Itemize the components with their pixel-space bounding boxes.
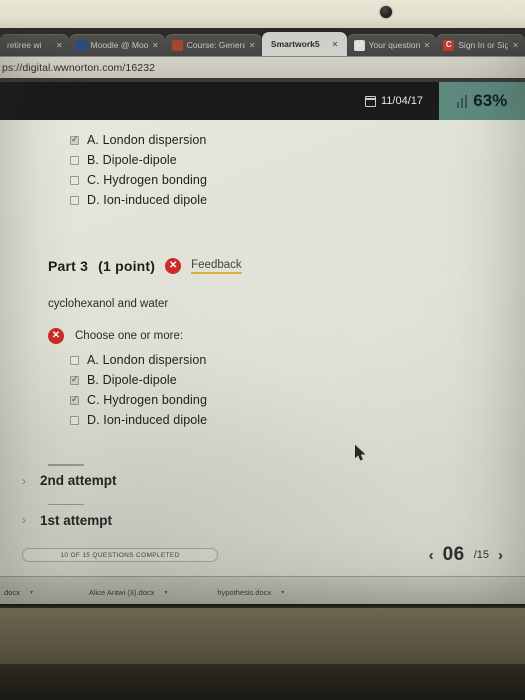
chevron-right-icon: › xyxy=(22,473,26,488)
option-label: C. Hydrogen bonding xyxy=(87,393,208,407)
checkbox-icon[interactable] xyxy=(70,155,79,165)
tab-close-icon[interactable]: ✕ xyxy=(56,41,63,50)
tab-label: Your question xyxy=(368,40,420,50)
option-label: B. Dipole-dipole xyxy=(87,153,177,167)
option-row[interactable]: A. London dispersion xyxy=(70,350,525,370)
download-item[interactable]: hypothesis.docx ▾ xyxy=(181,588,298,597)
choose-label: Choose one or more: xyxy=(75,330,184,342)
checkbox-icon[interactable] xyxy=(70,175,79,185)
checkbox-icon[interactable] xyxy=(70,134,79,145)
option-row[interactable]: A. London dispersion xyxy=(70,130,525,150)
attempts-section: › 2nd attempt › 1st attempt xyxy=(0,464,525,535)
moodle-icon xyxy=(75,39,87,51)
questions-completed-label: 10 OF 15 QUESTIONS COMPLETED xyxy=(60,551,180,559)
calendar-icon xyxy=(364,95,377,107)
browser-chrome: retiree wi ✕ Moodle @ Moo ✕ Course: Gene… xyxy=(0,28,525,82)
attempt-row-1st[interactable]: › 1st attempt xyxy=(22,505,525,535)
assignment-footer: 10 OF 15 QUESTIONS COMPLETED ‹ 06 /15 › xyxy=(0,538,525,572)
part-points: (1 point) xyxy=(98,258,156,274)
option-label: D. Ion-induced dipole xyxy=(87,413,208,427)
url-text: ps://digital.wwnorton.com/16232 xyxy=(2,61,156,74)
questions-completed-bar: 10 OF 15 QUESTIONS COMPLETED xyxy=(22,548,218,562)
option-row[interactable]: D. Ion-induced dipole xyxy=(70,410,525,430)
due-date-label: 11/04/17 xyxy=(380,95,423,107)
attempt-row-2nd[interactable]: › 2nd attempt xyxy=(22,466,525,496)
tab-close-icon[interactable]: ✕ xyxy=(152,41,159,50)
download-filename: Alice Antwi (3).docx xyxy=(88,588,155,597)
option-label: C. Hydrogen bonding xyxy=(87,173,208,187)
attempt-label: 2nd attempt xyxy=(40,473,117,488)
pagination: ‹ 06 /15 › xyxy=(429,544,503,566)
tab-close-icon[interactable]: ✕ xyxy=(512,41,519,50)
laptop-top-bezel xyxy=(0,0,525,28)
app-navbar: 11/04/17 63% xyxy=(0,82,525,120)
laptop-screen: retiree wi ✕ Moodle @ Moo ✕ Course: Gene… xyxy=(0,28,525,608)
browser-tab-retiree[interactable]: retiree wi ✕ xyxy=(0,34,69,56)
current-page-number: 06 xyxy=(442,544,465,565)
laptop-hinge xyxy=(0,664,525,700)
browser-tabstrip: retiree wi ✕ Moodle @ Moo ✕ Course: Gene… xyxy=(0,32,525,56)
option-row[interactable]: C. Hydrogen bonding xyxy=(70,390,525,410)
tab-label: retiree wi xyxy=(7,40,42,50)
browser-tab-gmail[interactable]: M Your question ✕ xyxy=(346,34,437,56)
question-text: cyclohexanol and water xyxy=(48,298,169,310)
tab-label: Smartwork5 xyxy=(270,39,320,49)
option-label: A. London dispersion xyxy=(87,133,207,147)
part3-options: A. London dispersion B. Dipole-dipole C.… xyxy=(0,350,525,430)
checkbox-icon[interactable] xyxy=(70,394,79,405)
option-row[interactable]: B. Dipole-dipole xyxy=(70,370,525,390)
option-row[interactable]: C. Hydrogen bonding xyxy=(70,170,525,190)
chevron-down-icon[interactable]: ▾ xyxy=(30,589,33,596)
tab-label: Moodle @ Moo xyxy=(90,40,148,50)
browser-tab-smartwork5[interactable]: Smartwork5 ✕ xyxy=(261,32,347,56)
course-icon xyxy=(171,39,183,51)
browser-tab-chegg[interactable]: C Sign In or Sign ✕ xyxy=(436,34,525,56)
tab-close-icon[interactable]: ✕ xyxy=(424,41,431,50)
incorrect-icon: ✕ xyxy=(165,258,182,274)
option-label: B. Dipole-dipole xyxy=(87,373,177,387)
webcam-icon xyxy=(380,6,392,18)
part-title: Part 3 xyxy=(48,258,89,274)
attempt-label: 1st attempt xyxy=(40,512,113,528)
incorrect-icon: ✕ xyxy=(48,328,64,344)
gmail-icon: M xyxy=(353,39,365,51)
tab-close-icon[interactable]: ✕ xyxy=(249,41,256,50)
option-label: A. London dispersion xyxy=(87,353,207,367)
checkbox-icon[interactable] xyxy=(70,415,79,425)
checkbox-icon[interactable] xyxy=(70,355,79,365)
chevron-right-icon: › xyxy=(22,513,26,527)
part-header: Part 3 (1 point) ✕ Feedback xyxy=(0,258,525,274)
laptop-photo: retiree wi ✕ Moodle @ Moo ✕ Course: Gene… xyxy=(0,0,525,700)
tab-label: Sign In or Sign xyxy=(458,40,509,50)
bar-chart-icon xyxy=(456,94,468,108)
feedback-link[interactable]: Feedback xyxy=(191,259,242,274)
browser-tab-course[interactable]: Course: Genera ✕ xyxy=(164,34,262,56)
tab-close-icon[interactable]: ✕ xyxy=(332,40,339,49)
previous-part-options: A. London dispersion B. Dipole-dipole C.… xyxy=(0,120,525,210)
chevron-down-icon[interactable]: ▾ xyxy=(281,589,284,596)
download-filename: .docx xyxy=(2,588,20,597)
next-page-button[interactable]: › xyxy=(498,547,503,564)
progress-percent: 63% xyxy=(473,91,508,110)
browser-tab-moodle[interactable]: Moodle @ Moo ✕ xyxy=(68,34,165,56)
assignment-page: A. London dispersion B. Dipole-dipole C.… xyxy=(0,120,525,608)
total-pages: /15 xyxy=(473,549,489,561)
progress-badge[interactable]: 63% xyxy=(439,82,525,120)
tab-label: Course: Genera xyxy=(186,40,245,50)
option-label: D. Ion-induced dipole xyxy=(87,193,208,207)
chevron-down-icon[interactable]: ▾ xyxy=(164,589,167,596)
choose-instruction-row: ✕ Choose one or more: xyxy=(0,328,525,344)
browser-address-bar[interactable]: ps://digital.wwnorton.com/16232 xyxy=(0,56,525,78)
chegg-icon: C xyxy=(443,39,455,51)
prev-page-button[interactable]: ‹ xyxy=(429,547,434,564)
download-item[interactable]: Alice Antwi (3).docx ▾ xyxy=(47,588,181,597)
download-item[interactable]: .docx ▾ xyxy=(2,588,47,597)
checkbox-icon[interactable] xyxy=(70,195,79,205)
download-filename: hypothesis.docx xyxy=(217,588,272,597)
checkbox-icon[interactable] xyxy=(70,374,79,385)
option-row[interactable]: B. Dipole-dipole xyxy=(70,150,525,170)
due-date: 11/04/17 xyxy=(364,95,423,107)
option-row[interactable]: D. Ion-induced dipole xyxy=(70,190,525,210)
